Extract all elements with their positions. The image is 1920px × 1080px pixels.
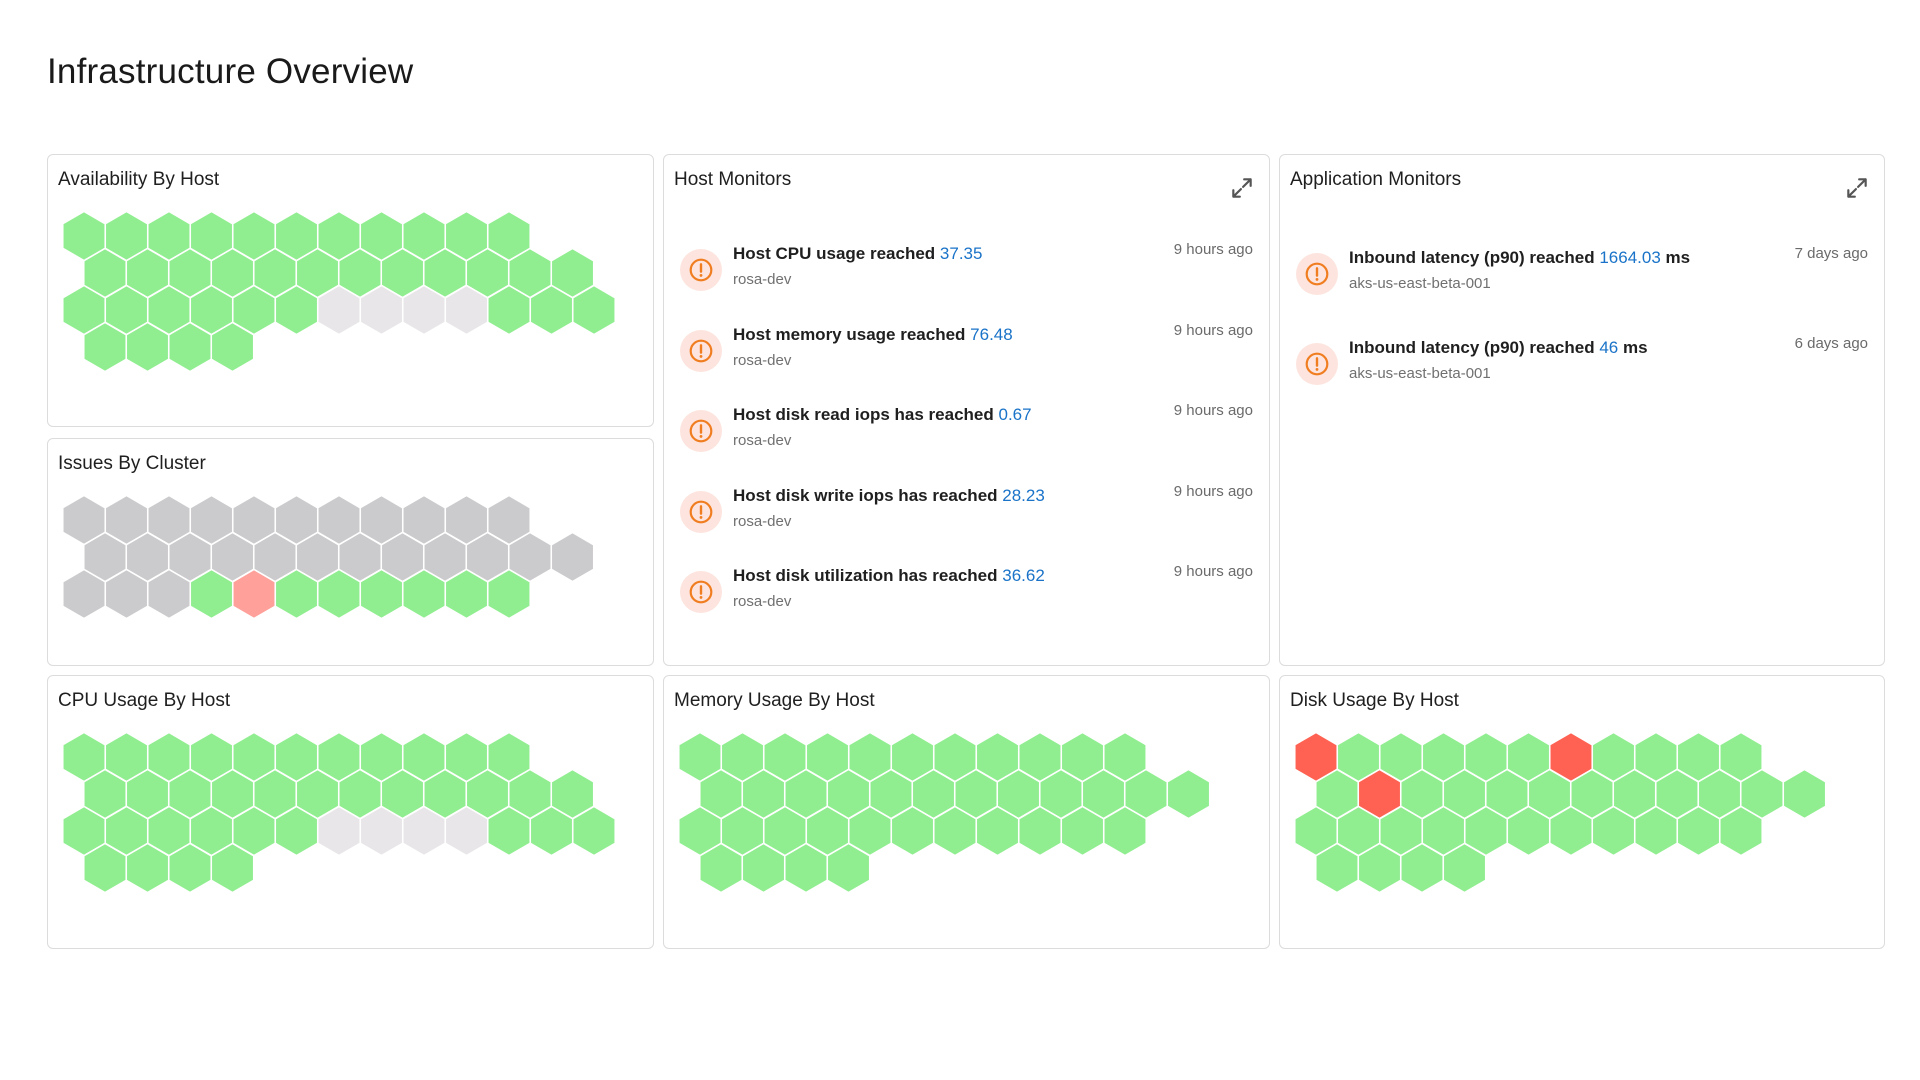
alert-value: 76.48 [970, 324, 1013, 344]
alert-host: rosa-dev [733, 271, 792, 288]
warning-icon [680, 329, 722, 372]
panel-title: Memory Usage By Host [674, 690, 875, 711]
expand-button[interactable] [1229, 175, 1255, 201]
warning-icon [680, 490, 722, 533]
warning-icon [680, 571, 722, 613]
alert-value: 46 [1599, 338, 1619, 357]
alert-item[interactable]: Inbound latency (p90) reached 46 ms aks-u… [1296, 335, 1868, 397]
expand-icon [1847, 178, 1867, 198]
alert-value: 1664.03 [1599, 248, 1661, 267]
alert-time: 9 hours ago [1173, 563, 1253, 580]
alert-host: aks-us-east-beta-001 [1349, 365, 1491, 382]
alert-title: Host disk write iops has reached 28.23 [733, 486, 1045, 506]
alert-host: rosa-dev [733, 593, 792, 610]
alert-host: rosa-dev [733, 512, 792, 530]
alert-title-text: Host disk utilization has reached [733, 566, 998, 585]
alert-title: Inbound latency (p90) reached 46 ms [1349, 338, 1648, 358]
alert-time: 6 days ago [1794, 335, 1868, 352]
availability-hex-map [62, 210, 616, 373]
alert-time: 9 hours ago [1173, 482, 1253, 500]
panel-title: Issues By Cluster [58, 453, 206, 474]
alert-unit: ms [1618, 338, 1648, 357]
alert-title: Host disk read iops has reached 0.67 [733, 405, 1032, 425]
alert-title-text: Inbound latency (p90) reached [1349, 338, 1595, 357]
alert-title: Host disk utilization has reached 36.62 [733, 566, 1045, 586]
panel-title: CPU Usage By Host [58, 690, 231, 711]
memory-hex-map [678, 731, 1211, 894]
alert-item[interactable]: Host CPU usage reached 37.35 rosa-dev 9 ho… [680, 241, 1253, 303]
alert-title-text: Host disk read iops has reached [733, 405, 994, 424]
alert-value: 28.23 [1002, 485, 1045, 505]
cpu-usage-by-host-panel: CPU Usage By Host [47, 675, 654, 949]
panel-title: Application Monitors [1290, 169, 1462, 190]
alert-title-text: Host CPU usage reached [733, 244, 936, 263]
warning-icon [680, 410, 722, 452]
host-monitors-panel: Host Monitors Host CPU usage reached 37.… [663, 154, 1270, 666]
host-hex[interactable] [1782, 768, 1827, 820]
panel-title: Disk Usage By Host [1290, 690, 1459, 711]
disk-usage-by-host-panel: Disk Usage By Host [1279, 675, 1885, 949]
disk-hex-map [1294, 731, 1827, 894]
alert-title: Inbound latency (p90) reached 1664.03 ms [1349, 248, 1690, 268]
alert-host: aks-us-east-beta-001 [1349, 275, 1491, 292]
warning-icon [1296, 253, 1338, 295]
alert-host: rosa-dev [733, 432, 792, 449]
alert-title: Host CPU usage reached 37.35 [733, 244, 982, 264]
alert-value: 0.67 [998, 405, 1032, 424]
expand-button[interactable] [1844, 175, 1870, 201]
expand-icon [1232, 178, 1252, 198]
panel-title: Availability By Host [58, 169, 220, 190]
availability-by-host-panel: Availability By Host [47, 154, 654, 427]
alert-time: 9 hours ago [1173, 321, 1253, 339]
warning-icon [1296, 343, 1338, 385]
alert-time: 9 hours ago [1173, 241, 1253, 258]
alert-unit: ms [1660, 248, 1691, 267]
alert-title-text: Host memory usage reached [733, 324, 966, 344]
alert-host: rosa-dev [733, 351, 792, 369]
host-hex[interactable] [1166, 768, 1211, 820]
page-title: Infrastructure Overview [47, 52, 414, 91]
alert-item[interactable]: Inbound latency (p90) reached 1664.03 ms… [1296, 245, 1868, 307]
alert-title: Host memory usage reached 76.48 [733, 325, 1013, 345]
memory-usage-by-host-panel: Memory Usage By Host [663, 675, 1270, 949]
host-hex[interactable] [550, 531, 595, 583]
alert-item[interactable]: Host memory usage reached 76.48 rosa-dev 9… [680, 321, 1253, 384]
issues-hex-map [62, 494, 595, 620]
alert-value: 36.62 [1002, 566, 1045, 585]
issues-by-cluster-panel: Issues By Cluster [47, 438, 654, 666]
alert-item[interactable]: Host disk read iops has reached 0.67 rosa… [680, 402, 1253, 464]
alert-value: 37.35 [939, 244, 983, 263]
alert-title-text: Inbound latency (p90) reached [1349, 248, 1595, 267]
alert-time: 9 hours ago [1173, 402, 1253, 419]
alert-item[interactable]: Host disk utilization has reached 36.62 r… [680, 563, 1253, 625]
alert-item[interactable]: Host disk write iops has reached 28.23 ro… [680, 482, 1253, 545]
application-monitors-panel: Application Monitors Inbound latency (p9… [1279, 154, 1885, 666]
panel-title: Host Monitors [674, 169, 792, 190]
warning-icon [680, 249, 722, 291]
alert-title-text: Host disk write iops has reached [733, 485, 998, 505]
alert-time: 7 days ago [1794, 245, 1868, 262]
cpu-hex-map [62, 731, 616, 894]
